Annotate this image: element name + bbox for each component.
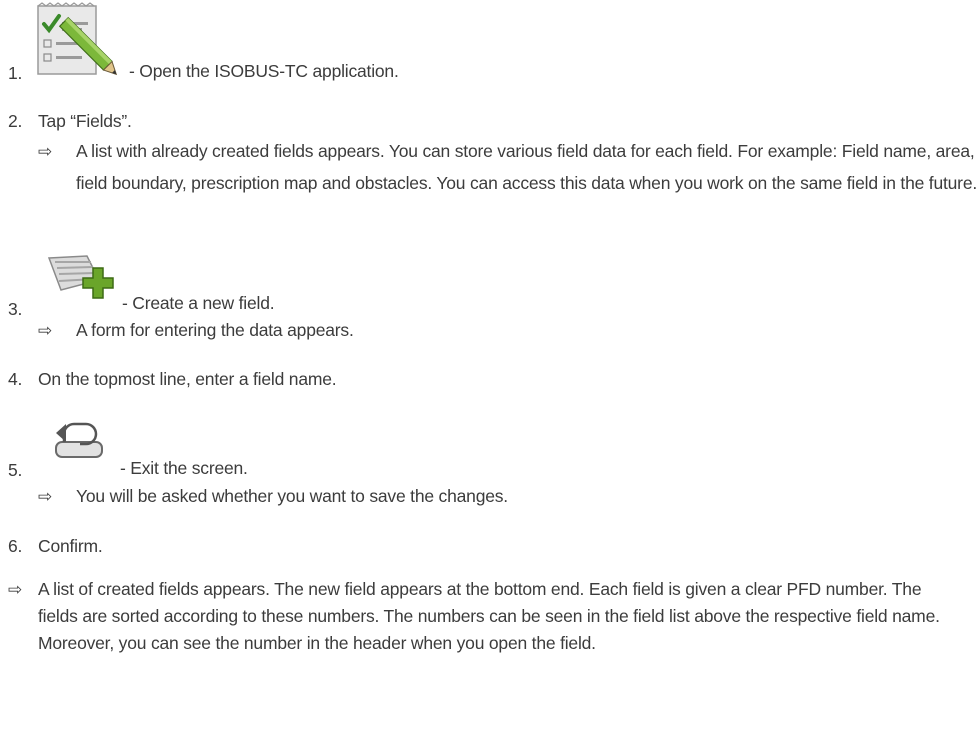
step-number: 5. — [8, 460, 23, 480]
step-number: 4. — [8, 369, 23, 389]
step-text: - Open the ISOBUS-TC application. — [129, 61, 399, 81]
step-number: 6. — [8, 536, 23, 556]
instruction-page: 1. - Open the ISOBUS-TC application. 2. … — [0, 0, 980, 756]
return-arrow-icon — [54, 418, 110, 465]
result-text: A form for entering the data appears. — [76, 320, 354, 340]
step-text: Confirm. — [38, 536, 103, 556]
result-arrow-icon: ⇨ — [38, 487, 53, 506]
task-list-pencil-icon — [36, 2, 122, 85]
result-arrow-icon: ⇨ — [38, 321, 53, 340]
step-text: - Create a new field. — [122, 293, 275, 313]
result-arrow-icon: ⇨ — [8, 580, 23, 599]
result-text: You will be asked whether you want to sa… — [76, 486, 508, 506]
result-arrow-icon: ⇨ — [38, 142, 53, 161]
field-add-icon — [47, 254, 117, 315]
step-number: 2. — [8, 111, 23, 131]
final-result-text: A list of created fields appears. The ne… — [38, 579, 940, 653]
step-text: On the topmost line, enter a field name. — [38, 369, 337, 389]
step-text: Tap “Fields”. — [38, 111, 132, 131]
result-text: A list with already created fields appea… — [76, 141, 978, 193]
step-text: - Exit the screen. — [120, 458, 248, 478]
step-number: 1. — [8, 63, 23, 83]
step-number: 3. — [8, 299, 23, 319]
